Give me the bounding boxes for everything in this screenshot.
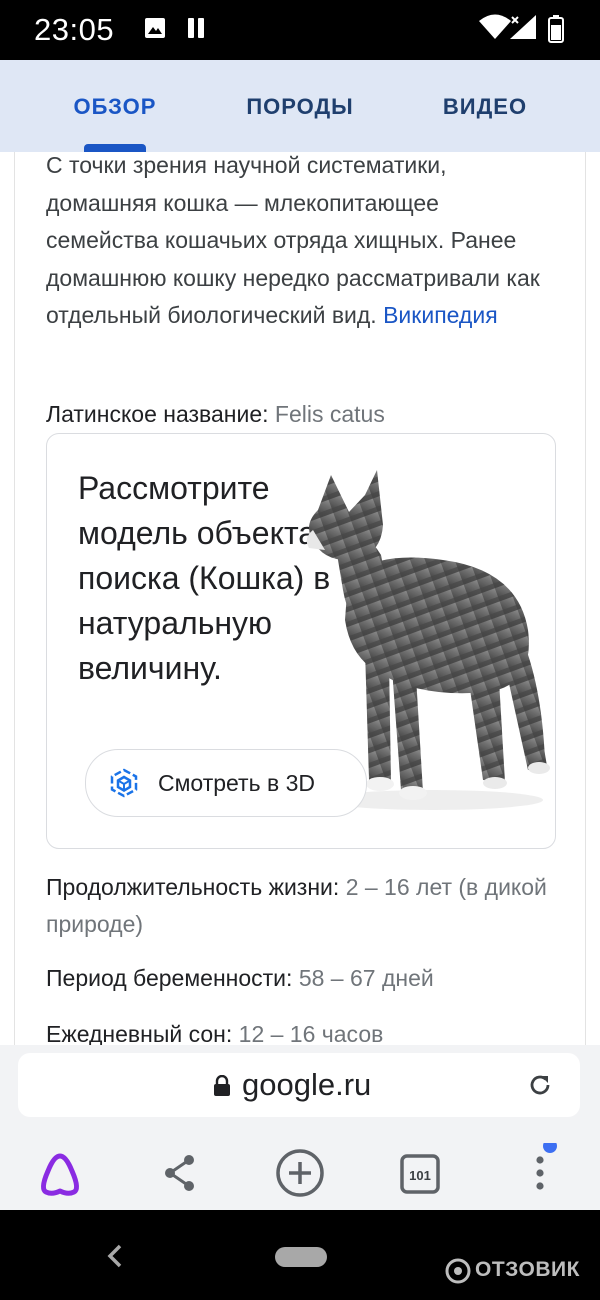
gallery-notification-icon [144, 17, 166, 44]
tabs-count: 101 [409, 1168, 431, 1183]
browser-toolbar: 101 [0, 1135, 600, 1210]
tab-video[interactable]: ВИДЕО [410, 60, 560, 152]
view-in-3d-label: Смотреть в 3D [158, 770, 315, 796]
home-pill[interactable] [275, 1247, 327, 1267]
battery-icon [548, 15, 564, 48]
fact-value: 12 – 16 часов [238, 1021, 384, 1045]
browser-address-area: google.ru [0, 1045, 600, 1135]
ar-model-card[interactable]: Рассмотрите модель объекта поиска (Кошка… [46, 433, 556, 849]
cellular-signal-icon [509, 14, 537, 45]
active-tab-indicator [84, 144, 146, 152]
fact-gestation: Период беременности: 58 – 67 дней [46, 960, 561, 997]
reload-icon[interactable] [526, 1071, 554, 1104]
status-time: 23:05 [34, 12, 115, 47]
tab-breeds[interactable]: ПОРОДЫ [220, 60, 380, 152]
latin-name-value: Felis catus [274, 401, 385, 427]
fact-label: Ежедневный сон: [46, 1021, 233, 1045]
search-tabs: ОБЗОР ПОРОДЫ ВИДЕО [0, 60, 600, 152]
latin-name-row: Латинское название: Felis catus [46, 396, 561, 433]
tab-overview[interactable]: ОБЗОР [40, 60, 190, 152]
notification-dot-icon [543, 1139, 557, 1153]
fact-value: 58 – 67 дней [298, 965, 434, 991]
system-navigation-bar: ОТЗОВИК [0, 1210, 600, 1300]
otzovik-logo-icon [445, 1258, 471, 1284]
share-icon[interactable] [150, 1143, 210, 1203]
watermark-text: ОТЗОВИК [475, 1258, 580, 1281]
view-in-3d-button[interactable]: Смотреть в 3D [85, 749, 367, 817]
wikipedia-link[interactable]: Википедия [383, 302, 498, 328]
fact-lifespan: Продолжительность жизни: 2 – 16 лет (в д… [46, 869, 561, 943]
description: С точки зрения научной систематики, дома… [46, 152, 546, 335]
wifi-icon [478, 14, 512, 45]
address-bar[interactable]: google.ru [18, 1053, 580, 1117]
lock-icon [213, 1074, 231, 1102]
fact-label: Продолжительность жизни: [46, 874, 340, 900]
alice-assistant-button[interactable] [30, 1143, 90, 1203]
new-tab-icon[interactable] [270, 1143, 330, 1203]
cube-3d-icon [108, 767, 140, 804]
fact-sleep: Ежедневный сон: 12 – 16 часов [46, 1016, 561, 1045]
fact-label: Период беременности: [46, 965, 293, 991]
more-menu-icon[interactable] [510, 1139, 570, 1203]
address-bar-arrow-tail [560, 1063, 576, 1107]
status-bar: 23:05 [0, 0, 600, 60]
latin-name-label: Латинское название: [46, 401, 269, 427]
pause-notification-icon [185, 17, 207, 44]
back-icon[interactable] [105, 1243, 125, 1274]
url-text: google.ru [242, 1067, 372, 1102]
knowledge-panel: С точки зрения научной систематики, дома… [14, 152, 586, 1045]
tabs-counter-button[interactable]: 101 [390, 1143, 450, 1203]
